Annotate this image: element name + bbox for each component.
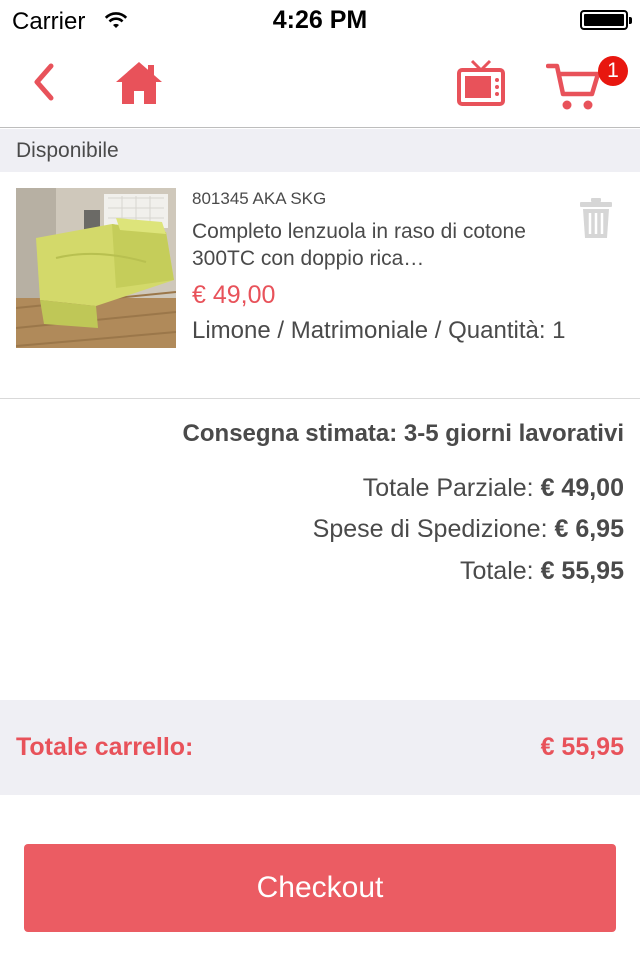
cart-total-value: € 55,95 — [540, 733, 624, 761]
delete-item-button[interactable] — [576, 196, 616, 240]
nav-bar: 1 — [0, 40, 640, 128]
cart-badge: 1 — [598, 56, 628, 86]
trash-icon — [580, 198, 612, 238]
product-variant: Limone / Matrimoniale / Quantità: 1 — [192, 317, 566, 344]
cart-total-label: Totale carrello: — [16, 733, 194, 761]
delivery-estimate: Consegna stimata: 3-5 giorni lavorativi — [182, 420, 624, 447]
product-price: € 49,00 — [192, 281, 276, 309]
product-title: Completo lenzuola in raso di cotone 300T… — [192, 220, 526, 270]
product-sku: 801345 AKA SKG — [192, 189, 327, 208]
shipping-value: € 6,95 — [554, 515, 624, 543]
chevron-left-icon — [34, 63, 54, 101]
total-value: € 55,95 — [540, 557, 624, 585]
shipping-line: Spese di Spedizione: € 6,95 — [313, 515, 624, 544]
product-image — [16, 188, 176, 348]
total-label: Totale: — [459, 557, 534, 585]
order-summary: Consegna stimata: 3-5 giorni lavorativi … — [0, 400, 640, 700]
section-header: Disponibile — [0, 129, 640, 172]
status-bar: Carrier 4:26 PM — [0, 0, 640, 40]
shipping-label: Spese di Spedizione: — [312, 515, 548, 543]
subtotal-value: € 49,00 — [540, 474, 624, 502]
cart-item[interactable]: 801345 AKA SKG Completo lenzuola in raso… — [0, 172, 640, 399]
battery-icon — [580, 10, 632, 30]
total-line: Totale: € 55,95 — [460, 557, 624, 586]
cart-icon — [546, 63, 601, 110]
home-button[interactable] — [112, 58, 166, 108]
cart-button[interactable]: 1 — [546, 54, 628, 114]
tv-icon — [457, 59, 505, 106]
subtotal-label: Totale Parziale: — [362, 474, 534, 502]
tv-button[interactable] — [454, 56, 508, 110]
clock: 4:26 PM — [272, 6, 368, 34]
home-icon — [116, 62, 162, 104]
section-title: Disponibile — [16, 139, 119, 162]
checkout-button[interactable]: Checkout — [24, 844, 616, 932]
cart-total-bar: Totale carrello: € 55,95 — [0, 700, 640, 795]
subtotal-line: Totale Parziale: € 49,00 — [363, 474, 624, 503]
back-button[interactable] — [22, 60, 66, 104]
